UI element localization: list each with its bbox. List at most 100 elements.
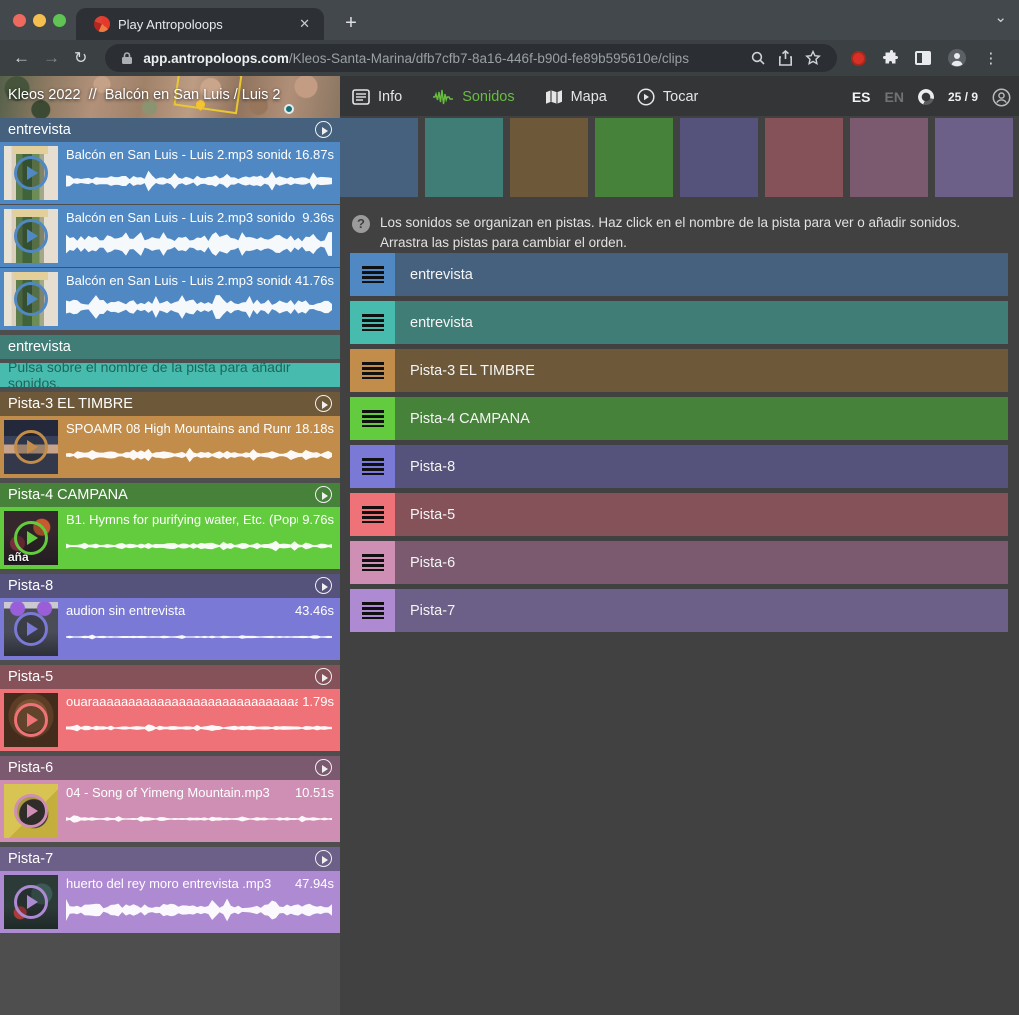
audio-clip[interactable]: huerto del rey moro entrevista .mp347.94… [0, 871, 340, 933]
drag-handle[interactable] [350, 493, 395, 536]
color-swatch[interactable] [765, 118, 843, 197]
track-header[interactable]: Pista-8 [0, 574, 340, 598]
audio-clip[interactable]: 04 - Song of Yimeng Mountain.mp310.51s [0, 780, 340, 842]
track-row-label[interactable]: entrevista [395, 301, 1008, 344]
track-play-button[interactable] [315, 395, 332, 412]
record-extension-icon[interactable] [851, 51, 866, 66]
drag-handle-icon [362, 458, 384, 475]
tab-close-icon[interactable]: ✕ [295, 14, 314, 34]
lang-en-button[interactable]: EN [885, 89, 904, 105]
track-row[interactable]: Pista-3 EL TIMBRE [350, 349, 1008, 392]
play-overlay-icon[interactable] [14, 156, 48, 190]
drag-handle[interactable] [350, 541, 395, 584]
tab-info[interactable]: Info [352, 89, 402, 105]
play-overlay-icon[interactable] [14, 885, 48, 919]
audio-clip[interactable]: Balcón en San Luis - Luis 2.mp3 sonido h… [0, 142, 340, 204]
drag-handle[interactable] [350, 301, 395, 344]
drag-handle[interactable] [350, 397, 395, 440]
track-play-button[interactable] [315, 850, 332, 867]
track-row-label[interactable]: Pista-7 [395, 589, 1008, 632]
track-row[interactable]: entrevista [350, 253, 1008, 296]
play-overlay-icon[interactable] [14, 219, 48, 253]
waveform [66, 442, 332, 468]
track-row[interactable]: Pista-8 [350, 445, 1008, 488]
drag-handle[interactable] [350, 445, 395, 488]
track-row-label[interactable]: Pista-4 CAMPANA [395, 397, 1008, 440]
clip-title: ouaraaaaaaaaaaaaaaaaaaaaaaaaaaaaaaaaaaaa… [66, 694, 298, 709]
minimize-window-button[interactable] [33, 14, 46, 27]
audio-clip[interactable]: ouaraaaaaaaaaaaaaaaaaaaaaaaaaaaaaaaaaaaa… [0, 689, 340, 751]
clip-duration: 1.79s [302, 694, 334, 709]
drag-handle[interactable] [350, 253, 395, 296]
map-banner[interactable]: Kleos 2022 // Balcón en San Luis / Luis … [0, 76, 340, 118]
drag-handle[interactable] [350, 589, 395, 632]
track-play-button[interactable] [315, 486, 332, 503]
color-swatch[interactable] [425, 118, 503, 197]
audio-clip[interactable]: Balcón en San Luis - Luis 2.mp3 sonido h… [0, 268, 340, 330]
track-play-button[interactable] [315, 121, 332, 138]
color-swatch[interactable] [340, 118, 418, 197]
tab-mapa[interactable]: Mapa [545, 89, 607, 105]
color-swatch[interactable] [935, 118, 1013, 197]
play-overlay-icon[interactable] [14, 703, 48, 737]
audio-clip[interactable]: Balcón en San Luis - Luis 2.mp3 sonido h… [0, 205, 340, 267]
account-icon[interactable] [992, 88, 1011, 107]
browser-menu-icon[interactable]: ⋮ [983, 49, 998, 67]
play-overlay-icon[interactable] [14, 794, 48, 828]
zoom-page-icon[interactable] [750, 50, 766, 66]
play-overlay-icon[interactable] [14, 430, 48, 464]
drag-handle-icon [362, 554, 384, 571]
share-icon[interactable] [778, 50, 793, 66]
reload-button[interactable]: ↻ [74, 48, 87, 68]
track-row[interactable]: Pista-6 [350, 541, 1008, 584]
profile-avatar[interactable] [947, 48, 967, 68]
track-row-label[interactable]: Pista-8 [395, 445, 1008, 488]
new-tab-button[interactable]: + [338, 10, 364, 36]
audio-clip[interactable]: aña B1. Hymns for purifying water, Etc. … [0, 507, 340, 569]
tab-tocar[interactable]: Tocar [637, 88, 698, 106]
lock-icon [121, 51, 133, 65]
tab-search-chevron-icon[interactable]: ⌄ [994, 8, 1007, 26]
tab-sonidos[interactable]: Sonidos [432, 89, 514, 105]
track-header[interactable]: Pista-4 CAMPANA [0, 483, 340, 507]
lang-es-button[interactable]: ES [852, 89, 871, 105]
play-overlay-icon[interactable] [14, 282, 48, 316]
track-play-button[interactable] [315, 577, 332, 594]
side-panel-icon[interactable] [915, 51, 931, 65]
audio-clip[interactable]: audion sin entrevista43.46s [0, 598, 340, 660]
track-row[interactable]: Pista-4 CAMPANA [350, 397, 1008, 440]
track-header[interactable]: Pista-7 [0, 847, 340, 871]
track-header[interactable]: entrevista [0, 335, 340, 359]
track-row-label[interactable]: Pista-5 [395, 493, 1008, 536]
color-swatch[interactable] [510, 118, 588, 197]
close-window-button[interactable] [13, 14, 26, 27]
color-swatch[interactable] [595, 118, 673, 197]
track-header[interactable]: Pista-6 [0, 756, 340, 780]
track-header[interactable]: entrevista [0, 118, 340, 142]
color-swatch[interactable] [680, 118, 758, 197]
track-play-button[interactable] [315, 668, 332, 685]
track-header[interactable]: Pista-5 [0, 665, 340, 689]
info-list-icon [352, 89, 370, 105]
play-overlay-icon[interactable] [14, 612, 48, 646]
track-header[interactable]: Pista-3 EL TIMBRE [0, 392, 340, 416]
address-bar[interactable]: app.antropoloops.com/Kleos-Santa-Marina/… [105, 44, 837, 72]
bookmark-star-icon[interactable] [805, 50, 821, 66]
track-row[interactable]: Pista-5 [350, 493, 1008, 536]
track-row-label[interactable]: Pista-3 EL TIMBRE [395, 349, 1008, 392]
audio-clip[interactable]: SPOAMR 08 High Mountains and Running ...… [0, 416, 340, 478]
maximize-window-button[interactable] [53, 14, 66, 27]
track-play-button[interactable] [315, 759, 332, 776]
extensions-puzzle-icon[interactable] [882, 50, 899, 67]
forward-button[interactable]: → [43, 48, 60, 68]
track-row[interactable]: entrevista [350, 301, 1008, 344]
color-swatch[interactable] [850, 118, 928, 197]
browser-tab[interactable]: Play Antropoloops ✕ [76, 8, 324, 40]
browser-toolbar: ← → ↻ app.antropoloops.com/Kleos-Santa-M… [0, 40, 1019, 76]
waveform [66, 231, 332, 257]
track-row-label[interactable]: Pista-6 [395, 541, 1008, 584]
track-row-label[interactable]: entrevista [395, 253, 1008, 296]
back-button[interactable]: ← [13, 48, 30, 68]
track-row[interactable]: Pista-7 [350, 589, 1008, 632]
drag-handle[interactable] [350, 349, 395, 392]
